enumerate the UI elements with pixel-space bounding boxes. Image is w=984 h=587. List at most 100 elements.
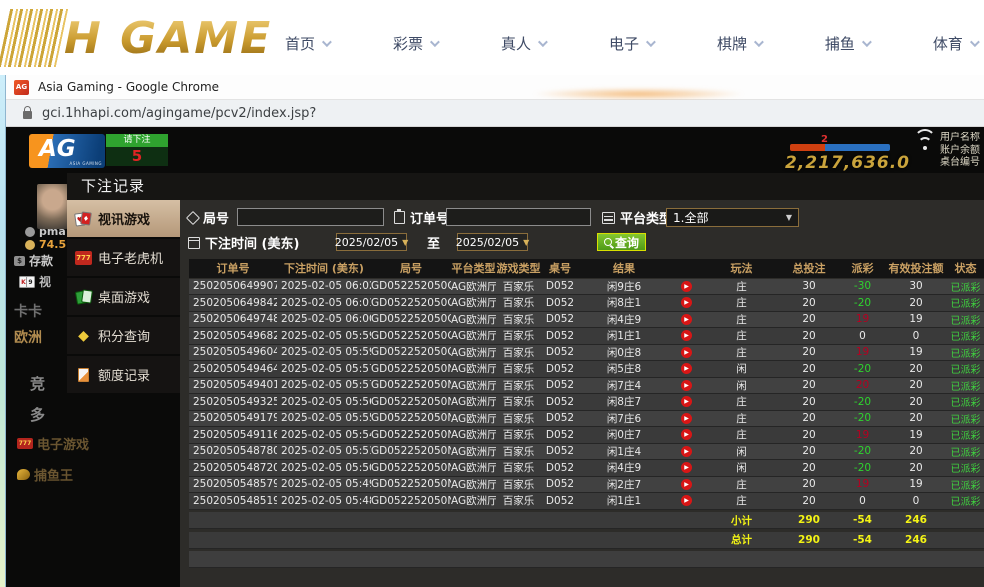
tab-points-query[interactable]: ◆ 积分查询	[67, 317, 180, 354]
lobby-item-deposit[interactable]: $ 存款	[14, 252, 53, 269]
wifi-icon	[914, 135, 936, 151]
play-video-icon[interactable]: ▶	[681, 396, 692, 407]
table-header: 订单号 下注时间 (美东) 局号 平台类型 游戏类型 桌号 结果 玩法 总投注	[189, 259, 984, 278]
play-video-icon[interactable]: ▶	[681, 314, 692, 325]
play-video-icon[interactable]: ▶	[681, 429, 692, 440]
chrome-window: AG Asia Gaming - Google Chrome gci.1hhap…	[5, 75, 984, 587]
calendar-icon	[188, 237, 200, 249]
order-input[interactable]	[446, 208, 591, 226]
nav-item-home[interactable]: 首页	[285, 28, 329, 58]
background-glow	[531, 88, 746, 100]
table-progress-bar	[790, 144, 890, 151]
table-row: 250205064974897 2025-02-05 06:00:34 GD05…	[189, 311, 984, 328]
playing-cards-icon: ♥♦	[75, 211, 92, 227]
play-video-icon[interactable]: ▶	[681, 446, 692, 457]
tab-slot-machines[interactable]: 777 电子老虎机	[67, 239, 180, 276]
tab-credit-records[interactable]: 额度记录	[67, 356, 180, 393]
site-logo[interactable]: H GAME	[4, 6, 272, 70]
slot-machine-icon: 777	[75, 250, 92, 266]
logo-text: H GAME	[64, 13, 272, 64]
chevron-down-icon	[430, 37, 440, 47]
deposit-icon: $	[14, 256, 25, 266]
dropdown-arrow-icon: ▼	[523, 238, 529, 247]
money-icon	[25, 240, 35, 250]
date-to-picker[interactable]: 2025/02/05 ▼	[457, 233, 528, 251]
diamond-icon: ◆	[75, 328, 92, 344]
dropdown-arrow-icon: ▼	[402, 238, 408, 247]
lock-icon	[23, 111, 32, 119]
nav-item-lottery[interactable]: 彩票	[393, 28, 437, 58]
nav-item-board[interactable]: 棋牌	[717, 28, 761, 58]
main-nav: 首页 彩票 真人 电子 棋牌 捕鱼 体育	[285, 28, 977, 58]
countdown-number: 5	[106, 147, 168, 166]
table-row: 250205054932564 2025-02-05 05:56:34 GD05…	[189, 394, 984, 411]
lobby-item-europe[interactable]: 欧洲	[14, 327, 42, 347]
chevron-down-icon	[646, 37, 656, 47]
play-video-icon[interactable]: ▶	[681, 380, 692, 391]
chrome-url-bar[interactable]: gci.1hhapi.com/agingame/pcv2/index.jsp?	[6, 100, 984, 127]
table-row: 250205054968266 2025-02-05 05:59:55 GD05…	[189, 328, 984, 345]
search-button[interactable]: 查询	[597, 233, 646, 251]
platform-icon	[602, 212, 615, 224]
play-video-icon[interactable]: ▶	[681, 479, 692, 490]
play-video-icon[interactable]: ▶	[681, 413, 692, 424]
date-from-picker[interactable]: 2025/02/05 ▼	[336, 233, 407, 251]
user-avatar	[37, 184, 68, 229]
filter-row-2: 下注时间 (美东) 2025/02/05 ▼ 至 2025/02/05 ▼	[188, 233, 978, 252]
document-icon	[75, 367, 92, 383]
nav-item-slots[interactable]: 电子	[609, 28, 653, 58]
empty-row	[189, 551, 984, 568]
table-row: 250205064984234 2025-02-05 06:01:27 GD05…	[189, 295, 984, 312]
ag-lobby-page: AG ASIA GAMING 请下注 5 2 2,217,636.0 用户名称 …	[6, 127, 984, 587]
screen: H GAME 首页 彩票 真人 电子 棋牌 捕鱼 体育 AG Asia Gami…	[0, 0, 984, 587]
lobby-item-kaka[interactable]: 卡卡	[14, 301, 42, 321]
ag-favicon-icon: AG	[14, 80, 29, 95]
lobby-item-duo[interactable]: 多	[30, 404, 45, 425]
play-video-icon[interactable]: ▶	[681, 330, 692, 341]
lobby-username: pma	[25, 225, 66, 238]
site-header: H GAME 首页 彩票 真人 电子 棋牌 捕鱼 体育	[0, 0, 984, 75]
play-video-icon[interactable]: ▶	[681, 495, 692, 506]
platform-label: 平台类型	[602, 208, 672, 227]
chevron-down-icon	[862, 37, 872, 47]
play-video-icon[interactable]: ▶	[681, 462, 692, 473]
tab-table-games[interactable]: 桌面游戏	[67, 278, 180, 315]
table-info-labels: 用户名称 账户余额 桌台编号	[940, 132, 984, 170]
table-games-icon	[75, 289, 92, 305]
playing-card-icon: 9	[26, 276, 35, 288]
bet-record-modal: 下注记录 ♥♦ 视讯游戏 777 电子老虎机 桌面游戏	[67, 173, 984, 587]
play-video-icon[interactable]: ▶	[681, 363, 692, 374]
nav-item-live[interactable]: 真人	[501, 28, 545, 58]
play-video-icon[interactable]: ▶	[681, 347, 692, 358]
tab-video-games[interactable]: ♥♦ 视讯游戏	[67, 200, 180, 237]
total-row: 总计 290 -54 246	[189, 532, 984, 549]
search-icon	[604, 238, 612, 246]
platform-select[interactable]: 1.全部 ▼	[666, 208, 799, 227]
modal-tabs: ♥♦ 视讯游戏 777 电子老虎机 桌面游戏 ◆ 积分查询	[67, 200, 180, 395]
table-row: 250205054878017 2025-02-05 05:51:15 GD05…	[189, 443, 984, 460]
dropdown-arrow-icon: ▼	[786, 213, 792, 222]
url-text: gci.1hhapi.com/agingame/pcv2/index.jsp?	[42, 106, 316, 121]
bet-records-table: 订单号 下注时间 (美东) 局号 平台类型 游戏类型 桌号 结果 玩法 总投注	[189, 259, 984, 568]
filter-row-1: 局号 订单号 平台类型 1.全部	[188, 208, 978, 227]
modal-content: 局号 订单号 平台类型 1.全部	[180, 200, 984, 587]
chrome-title-bar[interactable]: AG Asia Gaming - Google Chrome	[6, 75, 984, 100]
play-video-icon[interactable]: ▶	[681, 297, 692, 308]
bet-countdown-widget: 请下注 5	[106, 134, 168, 166]
nav-item-sports[interactable]: 体育	[933, 28, 977, 58]
round-input[interactable]	[237, 208, 384, 226]
lobby-item-fishing[interactable]: 捕鱼王	[17, 465, 73, 484]
lobby-item-jing[interactable]: 竞	[30, 373, 45, 394]
order-label: 订单号	[394, 208, 449, 227]
nav-item-fishing[interactable]: 捕鱼	[825, 28, 869, 58]
slot-777-icon: 777	[17, 438, 33, 449]
play-video-icon[interactable]: ▶	[681, 281, 692, 292]
round-label: 局号	[188, 208, 229, 227]
clipboard-icon	[394, 211, 405, 224]
progress-number: 2	[821, 134, 828, 145]
lobby-item-video[interactable]: K 9 视	[19, 273, 51, 290]
lobby-balance: 74.5	[25, 238, 66, 251]
person-icon	[25, 227, 35, 237]
table-row: 250205064990775 2025-02-05 06:02:04 GD05…	[189, 278, 984, 295]
table-row: 250205054960473 2025-02-05 05:59:10 GD05…	[189, 344, 984, 361]
